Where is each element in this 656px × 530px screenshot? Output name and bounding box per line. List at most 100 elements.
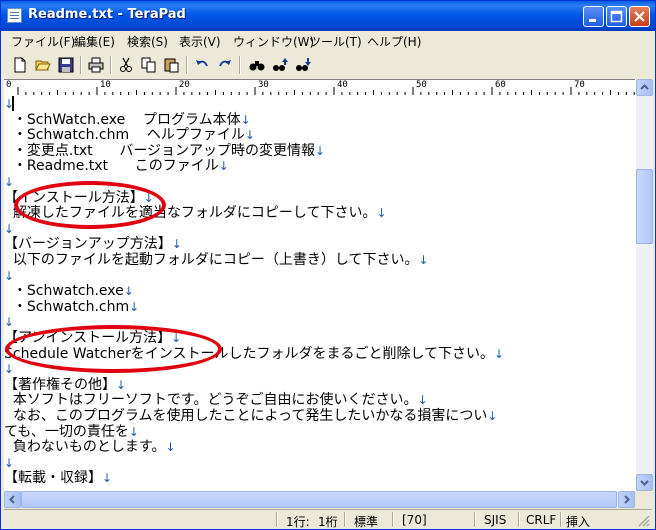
terapad-app-icon[interactable] xyxy=(7,8,22,23)
menu-window[interactable]: ウィンドウ(W) xyxy=(233,33,314,50)
find-next-button[interactable] xyxy=(293,55,313,75)
editor-line[interactable]: ↓ xyxy=(4,361,14,377)
status-separator xyxy=(474,512,476,527)
status-encoding: SJIS xyxy=(484,513,507,527)
editor-line-text: 【著作権その他】 xyxy=(4,376,116,393)
scroll-left-button[interactable] xyxy=(4,491,21,508)
editor-line[interactable]: 【著作権その他】↓ xyxy=(4,377,126,393)
redo-arrow-icon xyxy=(219,60,231,67)
editor-line[interactable]: ↓ xyxy=(4,96,14,112)
status-separator xyxy=(560,512,562,527)
save-button[interactable] xyxy=(56,55,76,75)
newline-marker-icon: ↓ xyxy=(494,346,505,361)
editor-line[interactable]: ↓ xyxy=(4,268,14,284)
editor-line[interactable]: 負わないものとします。↓ xyxy=(4,439,176,455)
redo-button[interactable] xyxy=(215,55,235,75)
resize-grip-icon[interactable] xyxy=(636,513,650,527)
editor-line-text: ・Schwatch.exe xyxy=(4,283,124,300)
highlight-ellipse-uninstall xyxy=(5,325,222,373)
editor-line[interactable]: ↓ xyxy=(4,314,14,330)
print-button[interactable] xyxy=(86,55,106,75)
find-previous-button[interactable] xyxy=(270,55,290,75)
find-button[interactable] xyxy=(247,55,267,75)
text-editor[interactable]: ↓ ・SchWatch.exe プログラム本体↓ ・Schwatch.chm ヘ… xyxy=(4,95,635,491)
scroll-up-button[interactable] xyxy=(636,79,653,96)
editor-line[interactable]: ・Readme.txt このファイル↓ xyxy=(4,158,229,174)
scroll-thumb[interactable] xyxy=(636,169,653,244)
new-file-button[interactable] xyxy=(10,55,30,75)
editor-line[interactable]: 以下のファイルを起動フォルダにコピー（上書き）して下さい。↓ xyxy=(4,252,429,268)
newline-marker-icon: ↓ xyxy=(487,409,498,423)
close-icon xyxy=(634,11,645,22)
open-folder-icon xyxy=(35,60,51,71)
editor-line-text: 本ソフトはフリーソフトです。どうぞご自由にお使いください。 xyxy=(4,392,418,409)
menu-search[interactable]: 検索(S) xyxy=(127,33,168,50)
toolbar-separator xyxy=(186,56,188,74)
title-bar[interactable]: Readme.txt - TeraPad xyxy=(1,1,655,31)
editor-line[interactable]: ↓ xyxy=(4,455,14,471)
editor-line[interactable]: ・Schwatch.exe↓ xyxy=(4,283,134,299)
minimize-button[interactable] xyxy=(583,6,604,27)
menu-edit[interactable]: 編集(E) xyxy=(74,33,115,50)
editor-line-text: ても、一切の責任を xyxy=(4,423,129,440)
status-mode: 標準 xyxy=(354,515,379,529)
newline-marker-icon: ↓ xyxy=(128,424,139,439)
editor-line[interactable]: ↓ xyxy=(4,174,14,190)
find-down-icon xyxy=(296,58,311,71)
newline-marker-icon: ↓ xyxy=(4,175,15,189)
open-file-button[interactable] xyxy=(33,55,53,75)
editor-line[interactable]: なお、このプログラムを使用したことによって発生したいかなる損害につい↓ xyxy=(4,408,498,424)
undo-button[interactable] xyxy=(192,55,212,75)
copy-icon xyxy=(141,57,156,73)
editor-line-text: 【転載・収録】 xyxy=(4,470,102,487)
toolbar xyxy=(4,53,652,77)
newline-marker-icon: ↓ xyxy=(102,471,113,486)
menu-tools[interactable]: ツール(T) xyxy=(309,33,362,50)
horizontal-scrollbar[interactable] xyxy=(4,491,635,508)
editor-line-text: ・Schwatch.chm ヘルプファイル xyxy=(4,127,245,144)
copy-button[interactable] xyxy=(139,55,159,75)
newline-marker-icon: ↓ xyxy=(4,221,15,236)
paste-button[interactable] xyxy=(162,55,182,75)
editor-line[interactable]: ても、一切の責任を↓ xyxy=(4,424,139,440)
newline-marker-icon: ↓ xyxy=(4,97,15,111)
cut-button[interactable] xyxy=(116,55,136,75)
newline-marker-icon: ↓ xyxy=(4,455,15,470)
menu-help[interactable]: ヘルプ(H) xyxy=(367,33,421,50)
status-separator xyxy=(392,512,394,527)
chevron-up-icon xyxy=(640,84,649,90)
window-title: Readme.txt - TeraPad xyxy=(28,7,186,22)
newline-marker-icon: ↓ xyxy=(417,393,428,408)
close-button[interactable] xyxy=(629,6,650,27)
editor-line-text: ・Schwatch.chm xyxy=(4,298,130,315)
scissors-icon xyxy=(120,57,132,72)
editor-line[interactable]: 本ソフトはフリーソフトです。どうぞご自由にお使いください。↓ xyxy=(4,392,428,408)
horizontal-scroll-thumb[interactable] xyxy=(21,491,617,508)
scroll-down-button[interactable] xyxy=(636,474,653,491)
vertical-scrollbar[interactable] xyxy=(635,79,653,491)
newline-marker-icon: ↓ xyxy=(418,253,429,267)
newline-marker-icon: ↓ xyxy=(123,284,134,299)
maximize-button[interactable] xyxy=(606,6,627,27)
editor-line-text: ・Readme.txt このファイル xyxy=(4,158,219,175)
minimize-icon xyxy=(589,19,596,22)
editor-line[interactable]: ・Schwatch.chm ヘルプファイル↓ xyxy=(4,127,255,143)
menu-view[interactable]: 表示(V) xyxy=(179,33,221,50)
chevron-right-icon xyxy=(624,495,630,504)
editor-line[interactable]: 【バージョンアップ方法】↓ xyxy=(4,236,182,252)
new-file-icon xyxy=(14,57,26,73)
status-separator xyxy=(276,512,278,527)
editor-line[interactable]: ・Schwatch.chm↓ xyxy=(4,299,139,315)
editor-line[interactable]: 【転載・収録】↓ xyxy=(4,470,112,486)
menu-file[interactable]: ファイル(F) xyxy=(11,33,75,50)
status-line: 1行: xyxy=(286,515,310,529)
newline-marker-icon: ↓ xyxy=(165,440,176,455)
toolbar-separator xyxy=(239,56,241,74)
status-insert-mode: 挿入 xyxy=(566,515,591,529)
newline-marker-icon: ↓ xyxy=(4,315,15,330)
toolbar-separator xyxy=(110,56,112,74)
scroll-right-button[interactable] xyxy=(618,491,635,508)
editor-line[interactable]: ・SchWatch.exe プログラム本体↓ xyxy=(4,112,251,128)
editor-line[interactable]: ↓ xyxy=(4,221,14,237)
editor-line[interactable]: ・変更点.txt バージョンアップ時の変更情報↓ xyxy=(4,143,325,159)
